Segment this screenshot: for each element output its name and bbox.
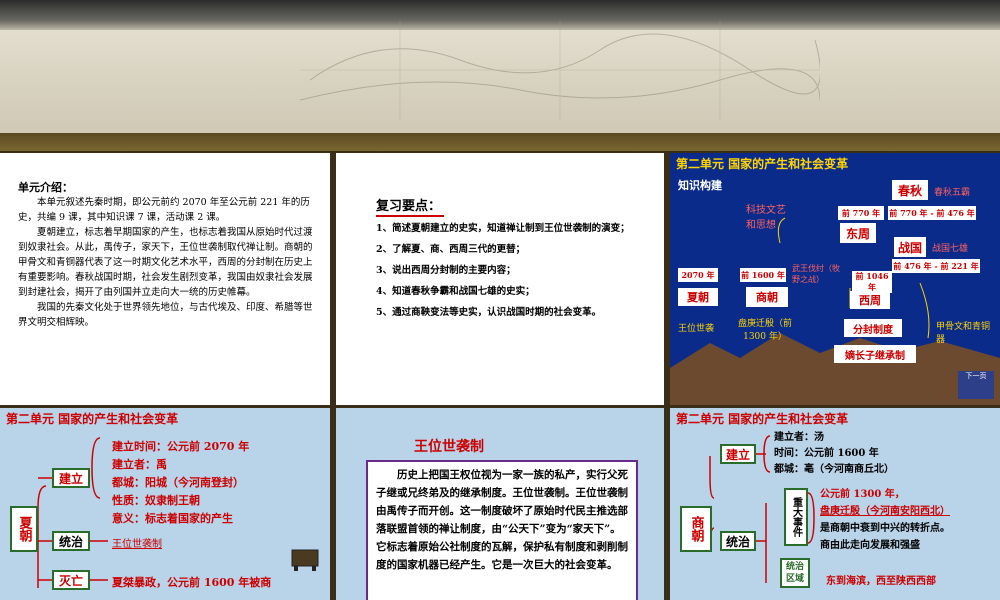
area-box: 统治区域 (780, 558, 810, 588)
review-item: 2、了解夏、商、西周三代的更替； (376, 244, 526, 255)
fact-capital: 都城：阳城（今河南登封） (112, 476, 244, 489)
dizhang-box: 嫡长子继承制 (834, 345, 916, 363)
fact-nature: 性质：奴隶制王朝 (112, 494, 200, 507)
xia-facts: 建立时间：公元前 2070 年 建立者：禹 都城：阳城（今河南登封） 性质：奴隶… (112, 438, 249, 528)
warring-note: 战国七雄 (932, 244, 969, 254)
next-page-button[interactable]: 下一页 (958, 371, 994, 399)
shang-box: 商朝 (746, 287, 788, 307)
slide-knowledge-map[interactable]: 第二单元 国家的产生和社会变革 知识构建 科技文艺和思想 春秋 春秋五霸 前 7… (670, 153, 1000, 405)
slide-header: 第二单元 国家的产生和社会变革 (6, 412, 179, 426)
fall-text: 夏桀暴政，公元前 1600 年被商 (112, 576, 272, 589)
hereditary-title: 王位世袭制 (414, 439, 484, 455)
east-zhou-box: 东周 (840, 223, 876, 243)
review-list: 1、简述夏朝建立的史实，知道禅让制到王位世袭制的演变； 2、了解夏、商、西周三代… (376, 221, 646, 326)
area-text: 东到海滨，西至陕西西部 (826, 576, 936, 587)
major-events: 公元前 1300 年， 盘庚迁殷（今河南安阳西北） 是商朝中衰到中兴的转折点。 … (820, 486, 950, 554)
intro-paragraph: 本单元叙述先秦时期，即公元前约 2070 年至公元前 221 年的历史，共编 9… (18, 197, 310, 223)
antique-map-decoration (300, 20, 820, 120)
fact-founder: 建立者：禹 (112, 458, 167, 471)
date-1046: 前 1046 年 (852, 271, 892, 293)
fenfeng-box: 分封制度 (844, 319, 902, 337)
event-line: 是商朝中衰到中兴的转折点。 (820, 523, 950, 534)
fact-meaning: 意义：标志着国家的产生 (112, 512, 233, 525)
rule-text: 王位世袭制 (112, 539, 162, 550)
intro-paragraph: 我国的先秦文化处于世界领先地位，与古代埃及、印度、希腊等世界文明交相辉映。 (18, 302, 313, 328)
wuwang-label: 武王伐纣（牧野之战） (792, 264, 840, 284)
fact-time: 时间：公元前 1600 年 (774, 448, 879, 459)
slide-shang-dynasty[interactable]: 第二单元 国家的产生和社会变革 商朝 建立 统治 建立者：汤 时间：公元前 16… (670, 408, 1000, 600)
warring-box: 战国 (894, 237, 926, 257)
hereditary-label: 王位世袭 (678, 324, 715, 334)
review-item: 1、简述夏朝建立的史实，知道禅让制到王位世袭制的演变； (376, 223, 630, 234)
review-item: 5、通过商鞅变法等史实，认识战国时期的社会变革。 (376, 307, 602, 318)
date-770-476: 前 770 年 - 前 476 年 (888, 206, 976, 220)
review-title: 复习要点： (376, 199, 442, 214)
establish-box: 建立 (52, 468, 90, 488)
slide-header: 第二单元 国家的产生和社会变革 (676, 157, 849, 171)
slide-hereditary-system[interactable]: 王位世袭制 历史上把国王权位视为一家一族的私产，实行父死子继或兄终弟及的继承制度… (336, 408, 664, 600)
fact-time: 建立时间：公元前 2070 年 (112, 440, 250, 453)
date-2070: 2070 年 (678, 268, 718, 282)
major-event-box: 重大事件 (784, 488, 808, 546)
event-line: 公元前 1300 年， (820, 489, 905, 500)
shang-facts: 建立者：汤 时间：公元前 1600 年 都城：亳（今河南商丘北） (774, 430, 894, 478)
fall-box: 灭亡 (52, 570, 90, 590)
xia-dynasty-box: 夏朝 (10, 506, 38, 552)
intro-paragraph: 夏朝建立，标志着早期国家的产生，也标志着我国从原始时代过渡到奴隶社会。从此，禹传… (18, 227, 313, 298)
shang-dynasty-box: 商朝 (680, 506, 712, 552)
divider-bar (0, 133, 1000, 151)
spring-note: 春秋五霸 (934, 188, 971, 198)
xia-box: 夏朝 (678, 288, 718, 306)
title-underline (376, 215, 444, 217)
event-line: 商由此走向发展和强盛 (820, 540, 920, 551)
culture-label: 科技文艺和思想 (746, 205, 786, 231)
slide-header: 第二单元 国家的产生和社会变革 (676, 412, 849, 426)
spring-autumn-box: 春秋 (892, 180, 928, 200)
hereditary-text: 历史上把国王权位视为一家一族的私产，实行父死子继或兄终弟及的继承制度。王位世袭制… (366, 460, 638, 600)
review-item: 4、知道春秋争霸和战国七雄的史实； (376, 286, 535, 297)
top-banner (0, 0, 1000, 133)
slide-review-points[interactable]: 复习要点： 1、简述夏朝建立的史实，知道禅让制到王位世袭制的演变； 2、了解夏、… (336, 153, 664, 405)
review-item: 3、说出西周分封制的主要内容； (376, 265, 516, 276)
date-770: 前 770 年 (838, 206, 884, 220)
oracle-label: 甲骨文和青铜器 (936, 322, 991, 345)
event-line: 盘庚迁殷（今河南安阳西北） (820, 506, 950, 517)
fact-capital: 都城：亳（今河南商丘北） (774, 464, 894, 475)
pangeng-label: 盘庚迁殷（前 1300 年） (737, 319, 792, 342)
intro-body: 本单元叙述先秦时期，即公元前约 2070 年至公元前 221 年的历史，共编 9… (18, 195, 314, 330)
establish-box: 建立 (720, 444, 756, 464)
rule-box: 统治 (720, 531, 756, 551)
knowledge-subtitle: 知识构建 (678, 179, 722, 192)
bronze-vessel-icon (291, 549, 319, 571)
date-476-221: 前 476 年 - 前 221 年 (892, 259, 980, 273)
intro-title: 单元介绍： (18, 181, 73, 194)
rule-box: 统治 (52, 531, 90, 551)
slide-unit-intro[interactable]: 单元介绍： 本单元叙述先秦时期，即公元前约 2070 年至公元前 221 年的历… (0, 153, 330, 405)
date-1600: 前 1600 年 (740, 268, 786, 282)
west-zhou-box: 西周 (850, 291, 890, 309)
founder-text: 建立者：汤 (774, 432, 824, 443)
fact-founder: 建立者：汤 (774, 430, 894, 446)
slide-xia-dynasty[interactable]: 第二单元 国家的产生和社会变革 夏朝 建立 统治 灭亡 建立时间：公元前 207… (0, 408, 330, 600)
